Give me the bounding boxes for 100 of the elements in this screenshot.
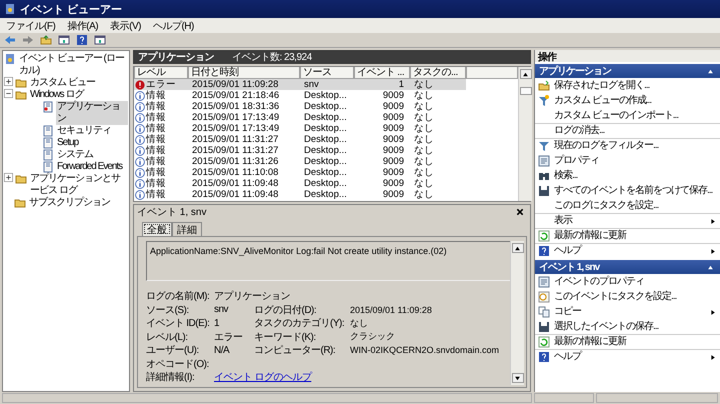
- action-item[interactable]: 選択したイベントの保存...: [535, 319, 720, 334]
- menu-item[interactable]: 操作(A): [67, 18, 98, 32]
- tree-item[interactable]: イベント ビューアー (ローカル): [18, 53, 128, 77]
- log-icon: [42, 125, 54, 137]
- table-cell: 1: [398, 79, 404, 90]
- tree-item[interactable]: Forwarded Events: [56, 161, 124, 173]
- table-cell: 情報: [146, 90, 166, 101]
- event-row[interactable]: 情報 2015/09/01 21:18:46 Desktop... 9009 なし: [134, 90, 466, 101]
- menu-item[interactable]: ヘルプ(H): [152, 18, 194, 32]
- table-cell: 9009: [382, 123, 404, 134]
- action-item[interactable]: 現在のログをフィルター...: [535, 138, 720, 153]
- tree-item[interactable]: カスタム ビュー: [29, 77, 96, 89]
- field-value: アプリケーション: [214, 290, 291, 303]
- table-cell: 9009: [382, 90, 404, 101]
- table-cell: なし: [414, 79, 434, 90]
- event-row[interactable]: 情報 2015/09/01 11:31:27 Desktop... 9009 なし: [134, 145, 466, 156]
- table-cell: 2015/09/01 11:09:48: [192, 189, 278, 200]
- tree-item[interactable]: Setup: [56, 137, 80, 149]
- action-item[interactable]: ログの消去...: [535, 123, 720, 138]
- table-cell: 2015/09/01 17:13:49: [192, 112, 280, 123]
- action-item[interactable]: このイベントにタスクを設定...: [535, 289, 720, 304]
- action-item[interactable]: 表示: [535, 213, 720, 228]
- funnel-icon: [538, 140, 550, 152]
- action-item[interactable]: 最新の情報に更新: [535, 334, 720, 349]
- table-cell: 9009: [382, 101, 404, 112]
- back-button[interactable]: [3, 34, 17, 46]
- help-icon: [538, 351, 550, 363]
- table-cell: 情報: [146, 167, 166, 178]
- table-cell: Desktop...: [304, 134, 347, 145]
- table-cell: なし: [414, 90, 434, 101]
- status-bar-section: [534, 393, 594, 403]
- action-item[interactable]: ヘルプ: [535, 243, 720, 258]
- panel-icon: [58, 34, 70, 46]
- event-row[interactable]: 情報 2015/09/01 11:09:48 Desktop... 9009 なし: [134, 189, 466, 200]
- section-header[interactable]: イベント 1, snv: [535, 260, 720, 274]
- table-cell: なし: [414, 167, 434, 178]
- panel-button[interactable]: [93, 34, 107, 46]
- field-value: 1: [214, 318, 220, 328]
- table-cell: 情報: [146, 123, 166, 134]
- field-label: レベル(L):: [146, 330, 188, 344]
- column-header[interactable]: タスクの...: [410, 67, 466, 79]
- column-header[interactable]: 日付と時刻: [188, 67, 300, 79]
- help-button[interactable]: [75, 34, 89, 46]
- action-item[interactable]: コピー: [535, 304, 720, 319]
- action-item[interactable]: イベントのプロパティ: [535, 274, 720, 289]
- tree-item[interactable]: Windows ログ: [29, 89, 84, 101]
- menu-item[interactable]: ファイル(F): [6, 18, 56, 32]
- scrollbar[interactable]: [518, 67, 532, 201]
- menu-item[interactable]: 表示(V): [110, 18, 141, 32]
- event-row[interactable]: 情報 2015/09/01 11:31:26 Desktop... 9009 なし: [134, 156, 466, 167]
- action-item[interactable]: 保存されたログを開く...: [535, 78, 720, 93]
- scroll-up-icon: [514, 244, 521, 252]
- event-row[interactable]: 情報 2015/09/01 17:13:49 Desktop... 9009 なし: [134, 123, 466, 134]
- tree-item[interactable]: システム: [56, 149, 94, 161]
- tree-item[interactable]: アプリケーション: [56, 101, 128, 125]
- help-link[interactable]: イベント ログのヘルプ: [214, 372, 312, 383]
- table-cell: 情報: [146, 145, 166, 156]
- column-header[interactable]: ソース: [300, 67, 354, 79]
- log-icon: [42, 149, 54, 161]
- event-row[interactable]: 情報 2015/09/01 11:09:48 Desktop... 9009 なし: [134, 178, 466, 189]
- event-row[interactable]: エラー 2015/09/01 11:09:28 snv 1 なし: [134, 79, 466, 90]
- table-cell: Desktop...: [304, 101, 347, 112]
- action-item[interactable]: プロパティ: [535, 153, 720, 168]
- actions-title: 操作: [535, 50, 720, 62]
- table-cell: なし: [414, 112, 434, 123]
- table-cell: Desktop...: [304, 145, 347, 156]
- event-viewer-icon: [4, 3, 16, 15]
- section-header[interactable]: アプリケーション: [535, 64, 720, 78]
- event-row[interactable]: 情報 2015/09/01 11:31:27 Desktop... 9009 なし: [134, 134, 466, 145]
- table-cell: 9009: [382, 167, 404, 178]
- action-item[interactable]: このログにタスクを設定...: [535, 198, 720, 213]
- help-icon: [76, 34, 88, 46]
- close-icon: [516, 208, 524, 216]
- scrollbar-thumb[interactable]: [520, 87, 532, 95]
- event-row[interactable]: 情報 2015/09/01 18:31:36 Desktop... 9009 なし: [134, 101, 466, 112]
- action-item[interactable]: 最新の情報に更新: [535, 228, 720, 243]
- event-row[interactable]: 情報 2015/09/01 17:13:49 Desktop... 9009 なし: [134, 112, 466, 123]
- column-header[interactable]: イベント ...: [354, 67, 410, 79]
- log-icon: [42, 101, 54, 113]
- tab[interactable]: 詳細: [172, 222, 202, 236]
- tree-item[interactable]: サブスクリプション: [28, 197, 111, 209]
- field-label: オペコード(O):: [146, 358, 210, 370]
- panel-button[interactable]: [57, 34, 71, 46]
- action-item[interactable]: ヘルプ: [535, 349, 720, 364]
- event-row[interactable]: 情報 2015/09/01 11:10:08 Desktop... 9009 なし: [134, 167, 466, 178]
- tree-item[interactable]: セキュリティ: [56, 125, 112, 137]
- table-cell: 2015/09/01 18:31:36: [192, 101, 280, 112]
- action-item[interactable]: カスタム ビューのインポート...: [535, 108, 720, 123]
- field-label: ユーザー(U):: [146, 344, 200, 357]
- table-cell: 9009: [382, 189, 404, 200]
- action-item[interactable]: カスタム ビューの作成...: [535, 93, 720, 108]
- tree-item[interactable]: アプリケーションとサービス ログ: [29, 173, 128, 197]
- action-item[interactable]: 検索...: [535, 168, 720, 183]
- table-cell: 2015/09/01 17:13:49: [192, 123, 280, 134]
- scroll-down-icon: [514, 374, 521, 382]
- column-header[interactable]: レベル: [134, 67, 188, 79]
- action-item[interactable]: すべてのイベントを名前をつけて保存...: [535, 183, 720, 198]
- scrollbar[interactable]: [510, 241, 524, 385]
- table-cell: 2015/09/01 11:31:27: [192, 134, 278, 145]
- forward-button[interactable]: [21, 34, 35, 46]
